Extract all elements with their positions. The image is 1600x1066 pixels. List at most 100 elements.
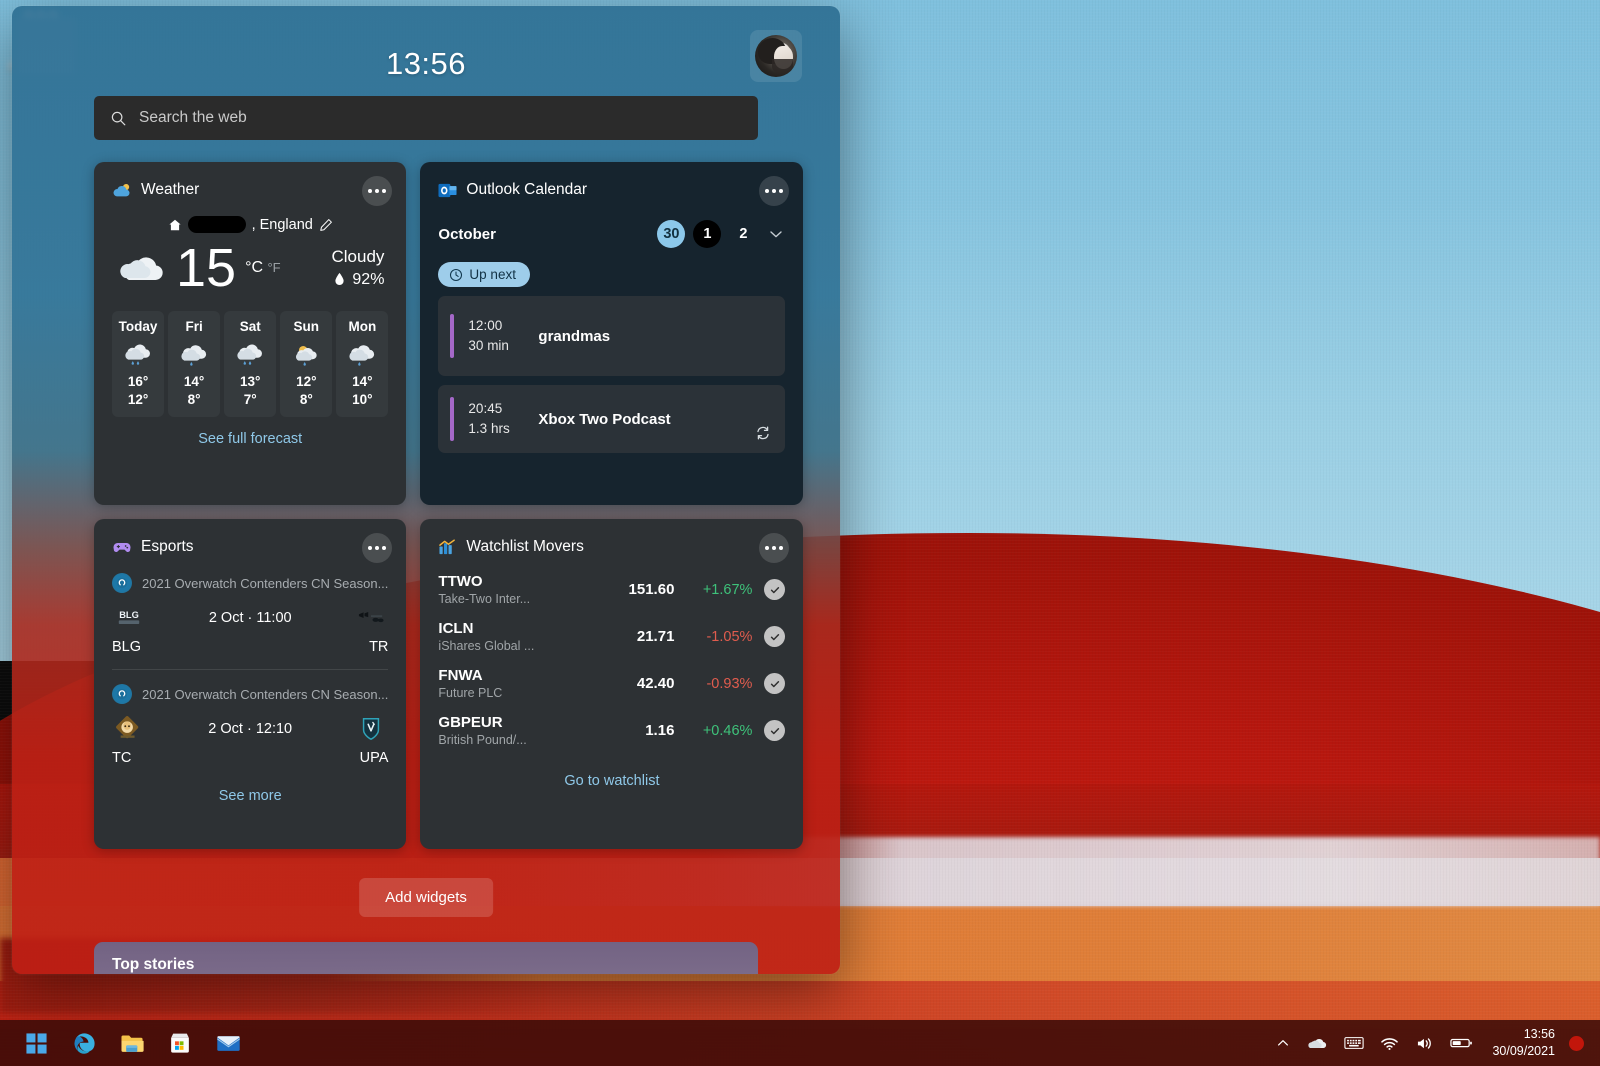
- esports-match-row[interactable]: BLG 2 Oct · 11:00: [112, 603, 388, 633]
- esports-divider: [112, 669, 389, 670]
- event-time-block: 20:45 1.3 hrs: [468, 399, 528, 440]
- stock-change: +1.67%: [702, 581, 753, 598]
- wifi-icon[interactable]: [1373, 1024, 1406, 1062]
- top-stories-title: Top stories: [112, 956, 195, 973]
- forecast-day-name: Sat: [239, 319, 261, 334]
- calendar-day-30[interactable]: 30: [657, 220, 686, 248]
- check-circle-icon[interactable]: [764, 673, 786, 694]
- stock-price: 42.40: [636, 675, 675, 692]
- rain-cloud-icon: [224, 340, 276, 370]
- forecast-day[interactable]: Fri 14° 8°: [168, 311, 221, 417]
- stock-price: 1.16: [645, 722, 675, 739]
- forecast-day[interactable]: Today 16° 12°: [112, 311, 165, 417]
- see-more-link[interactable]: See more: [112, 788, 388, 804]
- check-circle-icon[interactable]: [764, 720, 786, 741]
- forecast-low: 8°: [187, 392, 201, 407]
- taskbar-clock[interactable]: 13:56 30/09/2021: [1482, 1026, 1567, 1060]
- chevron-down-icon[interactable]: [767, 225, 785, 243]
- watchlist-row[interactable]: ICLN iShares Global ... 21.71 -1.05%: [438, 620, 786, 653]
- forecast-high: 12°: [296, 374, 317, 389]
- calendar-event[interactable]: 12:00 30 min grandmas: [438, 296, 786, 376]
- weather-humidity-row: 92%: [332, 271, 384, 289]
- tc-team-logo: [112, 714, 146, 744]
- esports-match-time: 2 Oct · 11:00: [208, 610, 292, 626]
- forecast-day[interactable]: Mon 14° 10°: [336, 311, 389, 417]
- search-input[interactable]: [139, 109, 742, 127]
- weather-widget[interactable]: Weather , England 15 °C °F Cloudy 92% To…: [94, 162, 407, 505]
- tr-team-logo: [354, 603, 388, 633]
- weather-current-block: 15 °C °F Cloudy 92%: [112, 241, 388, 295]
- esports-team-names: BLG TR: [112, 639, 388, 655]
- event-color-bar: [450, 314, 455, 358]
- outlook-calendar-widget[interactable]: Outlook Calendar October 30 1 2 Up next …: [420, 162, 804, 505]
- event-duration: 30 min: [468, 338, 509, 353]
- esports-widget[interactable]: Esports 2021 Overwatch Contenders CN Sea…: [94, 519, 407, 849]
- file-explorer-icon[interactable]: [110, 1023, 154, 1063]
- search-bar[interactable]: [94, 96, 758, 140]
- forecast-low: 10°: [352, 392, 373, 407]
- esports-league-name: 2021 Overwatch Contenders CN Season...: [142, 575, 389, 591]
- watchlist-row[interactable]: FNWA Future PLC 42.40 -0.93%: [438, 667, 786, 700]
- esports-widget-header: Esports: [112, 535, 388, 559]
- microsoft-store-icon[interactable]: [158, 1023, 202, 1063]
- pencil-edit-icon[interactable]: [319, 218, 333, 232]
- unit-celsius: °C: [245, 258, 264, 276]
- watchlist-row-names: FNWA Future PLC: [438, 667, 588, 700]
- forecast-low: 12°: [127, 392, 149, 407]
- esports-league-row: 2021 Overwatch Contenders CN Season...: [112, 573, 388, 593]
- check-circle-icon[interactable]: [764, 626, 786, 647]
- upa-team-logo: [354, 714, 388, 744]
- check-circle-icon[interactable]: [764, 579, 786, 600]
- top-stories-card[interactable]: Top stories: [94, 942, 758, 974]
- taskbar-app-buttons: [14, 1023, 250, 1063]
- esports-match-row[interactable]: 2 Oct · 12:10: [112, 714, 388, 744]
- go-to-watchlist-link[interactable]: Go to watchlist: [438, 773, 785, 789]
- battery-icon[interactable]: [1443, 1024, 1480, 1062]
- watchlist-widget-title: Watchlist Movers: [466, 538, 584, 555]
- temperature-unit-toggle[interactable]: °C °F: [245, 259, 281, 277]
- weather-condition: Cloudy: [331, 247, 385, 266]
- add-widgets-button[interactable]: Add widgets: [359, 878, 493, 917]
- up-next-chip[interactable]: Up next: [438, 262, 530, 287]
- system-tray: 13:56 30/09/2021: [1268, 1024, 1600, 1062]
- show-hidden-icons-chevron-icon[interactable]: [1268, 1024, 1298, 1062]
- unit-fahrenheit: °F: [267, 259, 281, 275]
- start-button[interactable]: [14, 1023, 58, 1063]
- mail-icon[interactable]: [206, 1023, 250, 1063]
- weather-location-suffix: , England: [251, 216, 313, 233]
- watchlist-row[interactable]: GBPEUR British Pound/... 1.16 +0.46%: [438, 714, 786, 747]
- weather-widget-title: Weather: [141, 181, 200, 198]
- user-avatar-button[interactable]: [750, 30, 802, 82]
- edge-browser-icon[interactable]: [62, 1023, 106, 1063]
- more-dot: [375, 546, 380, 550]
- forecast-day[interactable]: Sat 13° 7°: [224, 311, 277, 417]
- forecast-day[interactable]: Sun 12° 8°: [280, 311, 333, 417]
- more-dot: [382, 546, 387, 550]
- touch-keyboard-icon[interactable]: [1337, 1024, 1371, 1062]
- esports-home-team: BLG: [112, 639, 142, 655]
- watchlist-movers-widget[interactable]: Watchlist Movers TTWO Take-Two Inter... …: [420, 519, 804, 849]
- volume-icon[interactable]: [1408, 1024, 1441, 1062]
- widgets-panel-header: 13:56: [12, 6, 840, 156]
- cloud-icon: [168, 340, 220, 370]
- repeat-icon: [755, 425, 771, 441]
- watchlist-row[interactable]: TTWO Take-Two Inter... 151.60 +1.67%: [438, 573, 786, 606]
- watchlist-widget-header: Watchlist Movers: [438, 535, 785, 559]
- weather-location-row[interactable]: , England: [112, 216, 388, 233]
- rain-cloud-icon: [112, 340, 164, 370]
- stock-symbol: GBPEUR: [438, 714, 503, 731]
- rain-cloud-icon: [336, 340, 388, 370]
- event-duration: 1.3 hrs: [468, 421, 510, 436]
- calendar-day-1[interactable]: 1: [693, 220, 722, 248]
- notification-badge[interactable]: [1569, 1035, 1584, 1051]
- stock-change: -0.93%: [706, 675, 753, 692]
- game-controller-icon: [112, 540, 132, 555]
- calendar-event[interactable]: 20:45 1.3 hrs Xbox Two Podcast: [438, 385, 786, 453]
- avatar-beard: [771, 58, 793, 74]
- onedrive-cloud-icon[interactable]: [1300, 1024, 1335, 1062]
- see-full-forecast-link[interactable]: See full forecast: [112, 431, 388, 447]
- calendar-day-2[interactable]: 2: [729, 220, 757, 248]
- forecast-day-name: Mon: [348, 319, 377, 334]
- water-drop-icon: [335, 272, 344, 286]
- taskbar-time: 13:56: [1523, 1027, 1555, 1042]
